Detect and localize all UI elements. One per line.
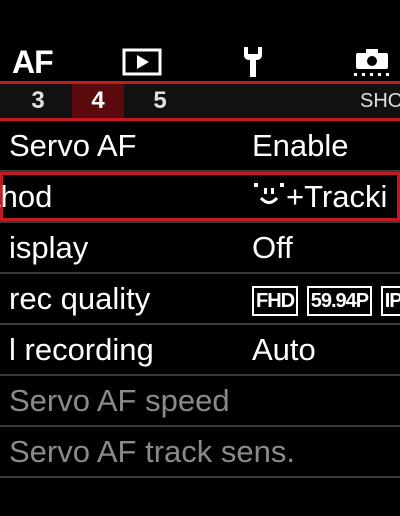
tab-playback[interactable]: [122, 42, 162, 82]
fhd-badge: FHD: [252, 285, 299, 316]
page-tabs: 3 4 5 SHO: [0, 84, 400, 118]
menu-item-label: rec quality: [9, 281, 151, 316]
menu-item-label: Servo AF track sens.: [9, 434, 295, 469]
page-tab-3[interactable]: 3: [24, 84, 52, 118]
movie-quality-badges: FHD 59.94P IP: [252, 274, 400, 323]
menu-item-value: Off: [252, 230, 293, 265]
menu-item-value: Auto: [252, 332, 316, 367]
menu-item-display[interactable]: isplay Off: [0, 223, 400, 274]
page-tab-4[interactable]: 4: [72, 84, 124, 118]
tab-setup[interactable]: [240, 42, 266, 82]
page-tab-shooting-label: SHO: [360, 89, 400, 112]
menu-item-servo-af-speed: Servo AF speed: [0, 376, 400, 427]
menu-list: Servo AF Enable thod +Tracki isplay Off …: [0, 121, 400, 478]
menu-item-label: isplay: [9, 230, 89, 265]
camera-menu-screen: AF 3 4 5 SHO Servo AF Enable hod +Tracki…: [0, 0, 400, 516]
menu-item-label: thod: [0, 179, 53, 214]
menu-item-label: Servo AF speed: [9, 383, 230, 418]
af-tab-label: AF: [12, 43, 54, 80]
menu-item-sound-recording[interactable]: l recording Auto: [0, 325, 400, 376]
tab-af[interactable]: AF: [12, 42, 54, 82]
menu-item-value: +Tracki: [252, 172, 387, 221]
menu-item-value: Enable: [252, 128, 349, 163]
menu-item-label: l recording: [9, 332, 154, 367]
tab-shooting[interactable]: [352, 42, 392, 82]
frame-rate-badge: 59.94P: [306, 285, 373, 316]
menu-item-af-method[interactable]: thod +Tracki: [0, 172, 400, 223]
page-tab-5[interactable]: 5: [146, 84, 174, 118]
play-icon: [122, 48, 162, 76]
compression-badge: IP: [380, 285, 400, 316]
menu-category-bar: AF: [0, 0, 400, 84]
menu-item-label: Servo AF: [9, 128, 137, 163]
wrench-icon: [244, 47, 262, 77]
menu-item-servo-af-track-sens: Servo AF track sens.: [0, 427, 400, 478]
camera-icon: [354, 49, 389, 76]
menu-item-servo-af[interactable]: Servo AF Enable: [0, 121, 400, 172]
menu-item-movie-rec-quality[interactable]: rec quality FHD 59.94P IP: [0, 274, 400, 325]
face-detect-icon: [254, 183, 284, 204]
af-method-value-text: +Tracki: [286, 179, 388, 214]
